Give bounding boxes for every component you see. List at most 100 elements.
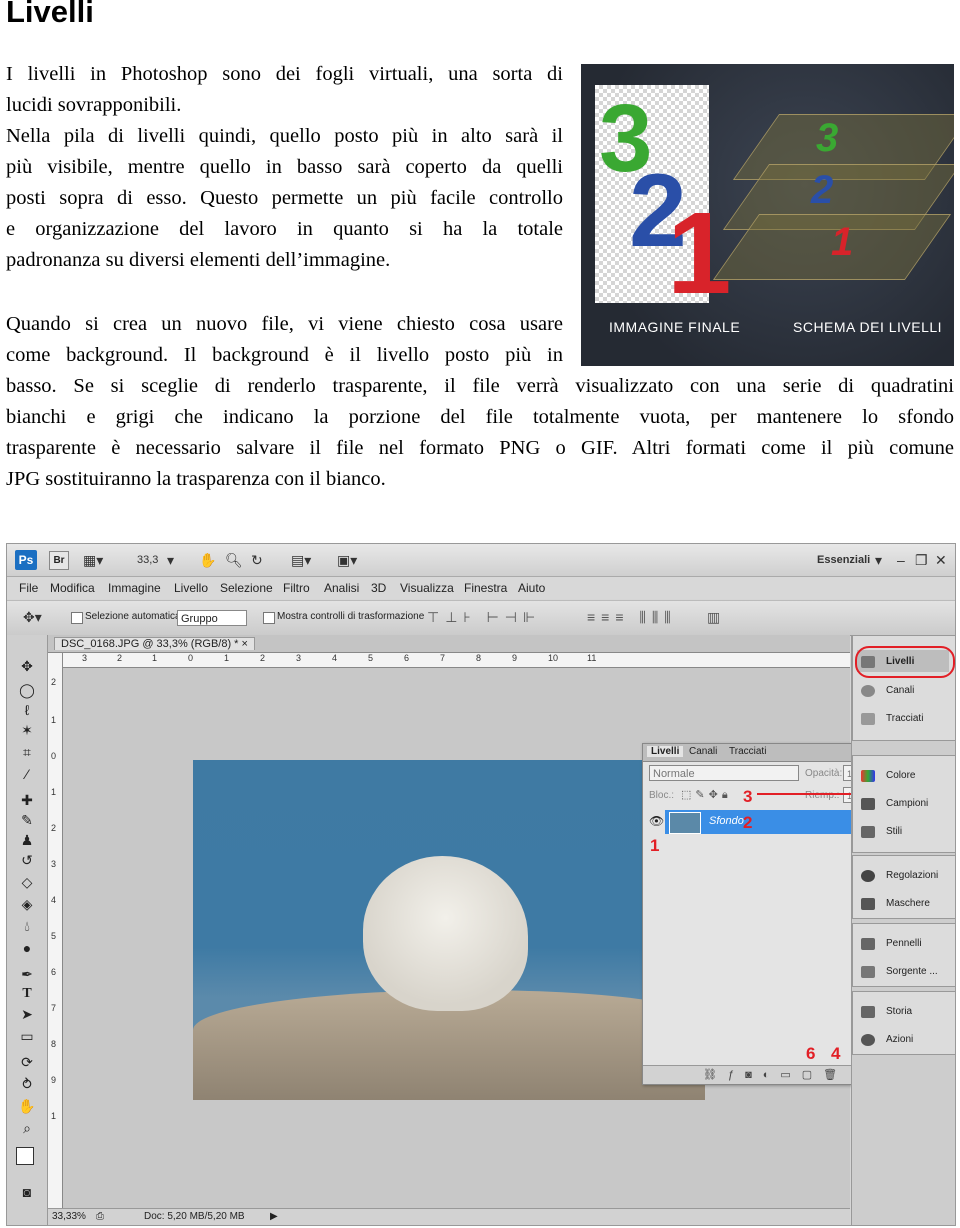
page-title: Livelli — [6, 0, 94, 29]
transform-controls-checkbox[interactable] — [263, 612, 275, 624]
brush-tool-icon[interactable]: ✎ — [16, 811, 38, 829]
adjustments-icon — [861, 870, 875, 882]
menu-3d[interactable]: 3D — [371, 581, 386, 595]
horizontal-ruler: 3 2 1 0 1 2 3 4 5 6 7 8 9 10 11 — [62, 653, 850, 668]
rotate-view-icon[interactable]: ↻ — [251, 552, 263, 569]
screen-mode-toggle-icon[interactable]: ▣▾ — [337, 552, 357, 569]
auto-align-icon[interactable]: ▥ — [707, 609, 726, 626]
lock-icons[interactable]: ⬚✎✥🔒︎ — [681, 788, 732, 802]
chevron-down-icon[interactable]: ▾ — [167, 552, 174, 569]
auto-select-dropdown[interactable]: Gruppo — [177, 610, 247, 626]
paint-bucket-icon[interactable]: ◈ — [16, 895, 38, 913]
annotation-connector — [757, 793, 854, 811]
panel-pennelli[interactable]: Pennelli — [886, 938, 922, 949]
eraser-tool-icon[interactable]: ◇ — [16, 873, 38, 891]
status-zoom[interactable]: 33,33% — [52, 1211, 86, 1222]
eyedropper-icon[interactable]: ⁄ — [16, 765, 38, 783]
lasso-tool-icon[interactable]: ℓ — [16, 701, 38, 719]
menu-modifica[interactable]: Modifica — [50, 581, 95, 595]
magic-wand-icon[interactable]: ✶ — [16, 721, 38, 739]
close-icon[interactable]: ✕ — [935, 552, 947, 569]
shape-tool-icon[interactable]: ▭ — [16, 1027, 38, 1045]
menu-livello[interactable]: Livello — [174, 581, 208, 595]
chevron-down-icon[interactable]: ▾ — [875, 552, 882, 569]
panel-regolazioni[interactable]: Regolazioni — [886, 870, 938, 881]
ruler-number: 1 — [51, 787, 57, 797]
auto-select-checkbox[interactable] — [71, 612, 83, 624]
type-tool-icon[interactable]: T — [16, 985, 38, 1003]
menu-bar: File Modifica Immagine Livello Selezione… — [7, 577, 955, 599]
visibility-eye-icon[interactable]: 👁︎ — [649, 814, 664, 828]
bridge-button[interactable]: Br — [49, 551, 69, 570]
workspace-switcher[interactable]: Essenziali — [817, 554, 870, 566]
arrange-documents-icon[interactable]: ▤▾ — [291, 552, 311, 569]
tab-tracciati[interactable]: Tracciati — [729, 746, 766, 757]
blend-mode-dropdown[interactable]: Normale — [649, 765, 799, 781]
menu-aiuto[interactable]: Aiuto — [518, 581, 545, 595]
panel-campioni[interactable]: Campioni — [886, 798, 928, 809]
text-line: Quando si crea un nuovo file, vi viene c… — [6, 313, 563, 335]
tab-canali[interactable]: Canali — [689, 746, 717, 757]
blur-tool-icon[interactable]: 💧︎ — [16, 917, 38, 935]
status-menu-arrow-icon[interactable]: ▶ — [270, 1211, 278, 1222]
document-tab[interactable]: DSC_0168.JPG @ 33,3% (RGB/8) * × — [54, 637, 255, 650]
menu-file[interactable]: File — [19, 581, 38, 595]
ruler-number: 3 — [82, 653, 88, 663]
panel-livelli[interactable]: Livelli — [886, 656, 914, 667]
3d-rotate-icon[interactable]: ⟳ — [16, 1053, 38, 1071]
status-info-icon[interactable]: ⎙ — [96, 1211, 104, 1222]
annotation-number: 1 — [650, 836, 660, 855]
ruler-number: 1 — [224, 653, 230, 663]
menu-finestra[interactable]: Finestra — [464, 581, 507, 595]
panel-canali[interactable]: Canali — [886, 685, 914, 696]
lock-label: Bloc.: — [649, 790, 675, 801]
menu-analisi[interactable]: Analisi — [324, 581, 359, 595]
minimize-icon[interactable]: – — [897, 552, 905, 568]
hand-tool-icon[interactable]: ✋ — [199, 552, 216, 569]
crop-tool-icon[interactable]: ⌗ — [16, 743, 38, 761]
hand-tool-icon[interactable]: ✋ — [16, 1097, 38, 1115]
ruler-number: 2 — [51, 677, 57, 687]
menu-filtro[interactable]: Filtro — [283, 581, 310, 595]
ruler-number: 4 — [51, 895, 57, 905]
panel-azioni[interactable]: Azioni — [886, 1034, 913, 1045]
restore-icon[interactable]: ❐ — [915, 552, 928, 569]
quick-mask-icon[interactable]: ◙ — [16, 1183, 38, 1201]
pen-tool-icon[interactable]: ✒ — [16, 965, 38, 983]
transform-controls-label: Mostra controlli di trasformazione — [277, 611, 425, 622]
layer-footer-icons[interactable]: ⛓ƒ◙◐▭▢🗑︎ — [703, 1068, 848, 1081]
screen-mode-icon[interactable]: ▦▾ — [83, 552, 103, 569]
menu-selezione[interactable]: Selezione — [220, 581, 273, 595]
zoom-tool-icon[interactable]: ⌕ — [16, 1119, 38, 1137]
panel-colore[interactable]: Colore — [886, 770, 915, 781]
align-icons[interactable]: ⊤⊥⊦ ⊢⊣⊩ — [427, 609, 541, 626]
ruler-number: 1 — [51, 1111, 57, 1121]
menu-immagine[interactable]: Immagine — [108, 581, 161, 595]
ruler-number: 3 — [296, 653, 302, 663]
text-line: e organizzazione del lavoro in quanto si… — [6, 218, 563, 240]
ruler-number: 6 — [51, 967, 57, 977]
zoom-tool-icon[interactable]: 🔍︎ — [225, 552, 243, 569]
3d-orbit-icon[interactable]: ⥁ — [16, 1075, 38, 1093]
dodge-tool-icon[interactable]: ● — [16, 939, 38, 957]
move-tool-icon[interactable]: ✥ — [16, 657, 38, 675]
layer-name[interactable]: Sfondo — [709, 815, 744, 827]
distribute-icons[interactable]: ≡≡≡ ⫼⫼⫼ — [587, 609, 677, 626]
path-selection-icon[interactable]: ➤ — [16, 1005, 38, 1023]
history-brush-icon[interactable]: ↺ — [16, 851, 38, 869]
move-tool-icon[interactable]: ✥▾ — [23, 609, 42, 626]
panel-sorgente[interactable]: Sorgente ... — [886, 966, 938, 977]
healing-brush-icon[interactable]: ✚ — [16, 791, 38, 809]
ruler-number: 1 — [51, 715, 57, 725]
tab-livelli[interactable]: Livelli — [647, 746, 684, 757]
menu-visualizza[interactable]: Visualizza — [400, 581, 454, 595]
panel-maschere[interactable]: Maschere — [886, 898, 930, 909]
foreground-color-swatch[interactable] — [16, 1147, 34, 1165]
clone-stamp-icon[interactable]: ♟ — [16, 831, 38, 849]
panel-stili[interactable]: Stili — [886, 826, 902, 837]
panel-tracciati[interactable]: Tracciati — [886, 713, 923, 724]
panel-storia[interactable]: Storia — [886, 1006, 912, 1017]
zoom-select[interactable]: 33,3 — [137, 554, 158, 566]
panel-group-color: Colore Campioni Stili — [852, 755, 955, 853]
marquee-tool-icon[interactable]: ◯ — [16, 681, 38, 699]
